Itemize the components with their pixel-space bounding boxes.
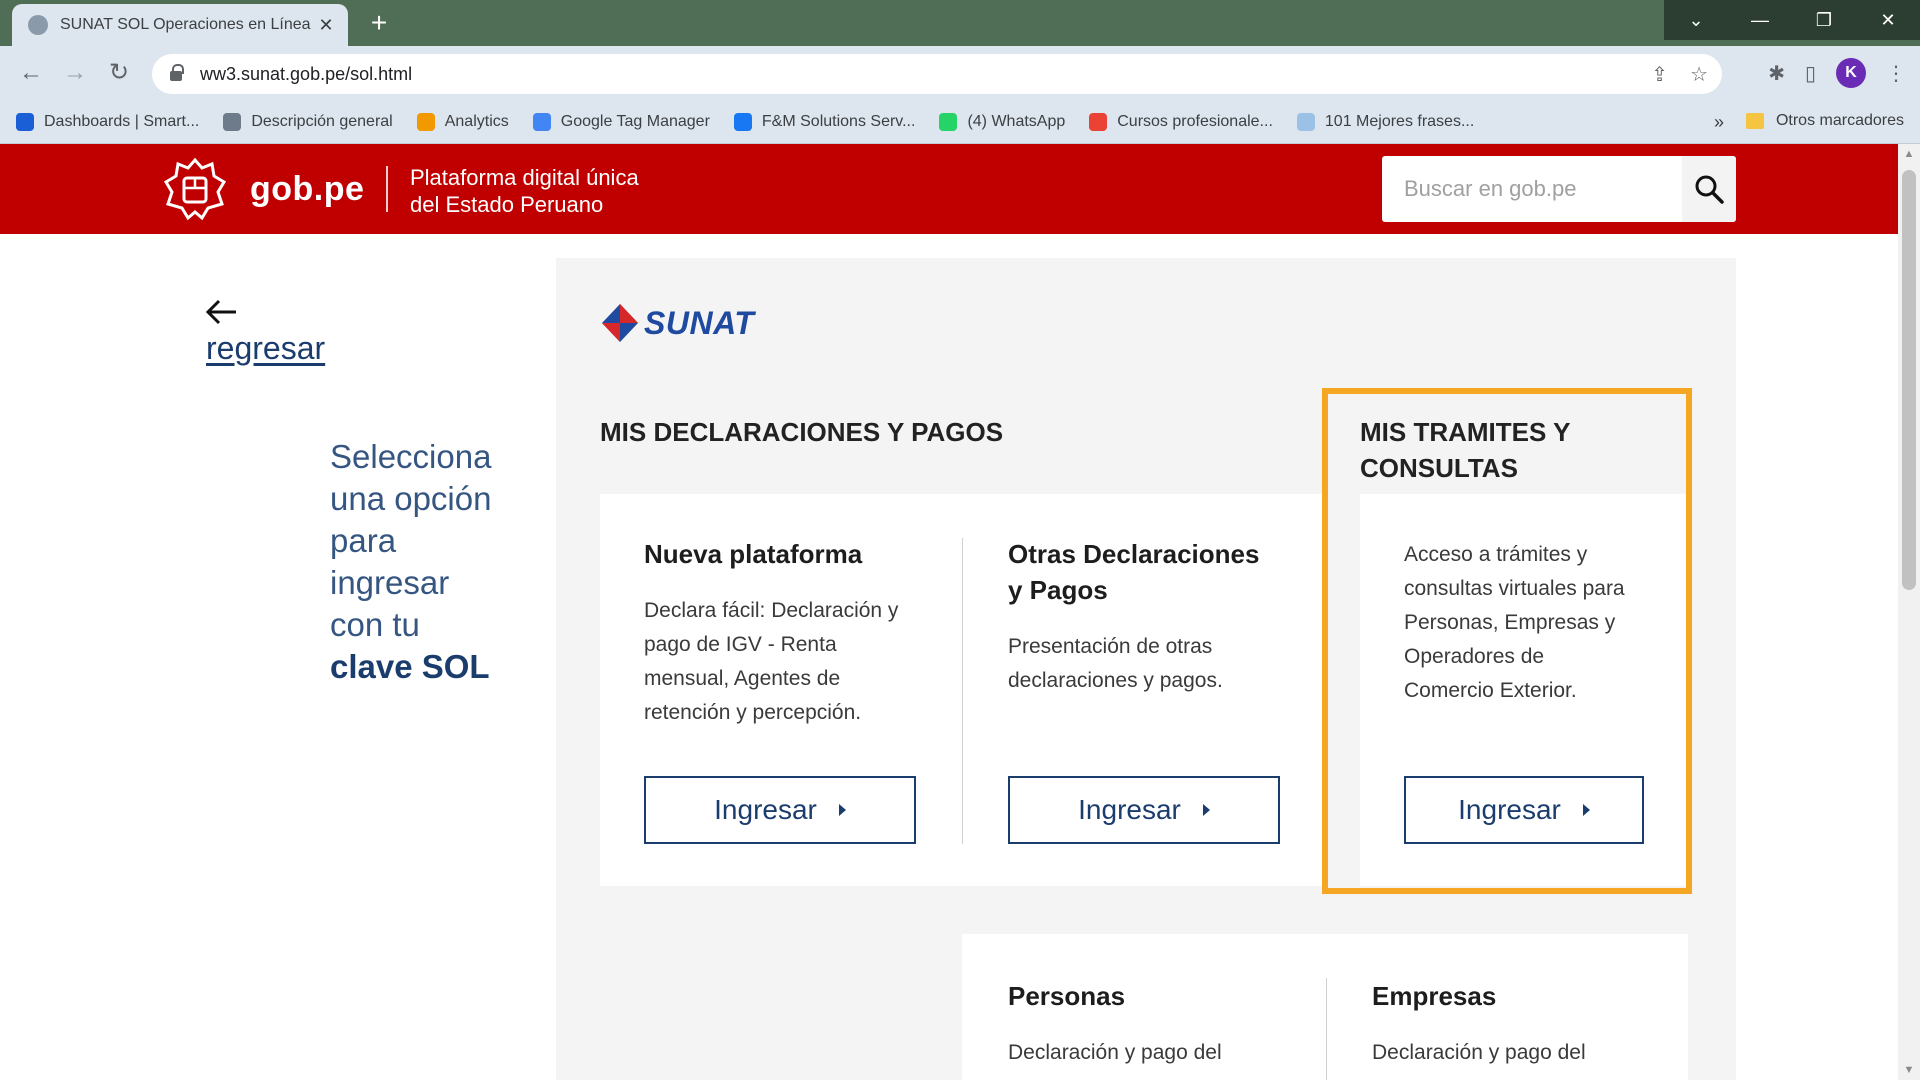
back-link[interactable]: regresar: [206, 330, 325, 367]
ingresar-button-otras-declaraciones[interactable]: Ingresar: [1008, 776, 1280, 844]
gob-tagline: Plataforma digital única del Estado Peru…: [410, 165, 639, 217]
section-title-declaraciones: MIS DECLARACIONES Y PAGOS: [600, 417, 1004, 447]
bookmark-star-icon[interactable]: ☆: [1690, 62, 1708, 87]
new-tab-button[interactable]: +: [364, 8, 394, 38]
search-icon: [1695, 175, 1724, 204]
card-title-personas: Personas: [1008, 981, 1126, 1011]
card-divider: [1326, 978, 1327, 1080]
arrow-left-icon[interactable]: [204, 298, 238, 326]
header-divider: [386, 166, 388, 212]
scroll-down-icon[interactable]: ▼: [1898, 1060, 1920, 1080]
caret-right-icon: [1202, 804, 1210, 816]
scroll-thumb[interactable]: [1902, 170, 1916, 590]
section-title-tramites: MIS TRAMITES Y CONSULTAS: [1360, 417, 1571, 483]
window-controls: ⌄ — ❐ ✕: [1664, 0, 1920, 40]
card-title-otras-declaraciones: Otras Declaraciones y Pagos: [1008, 539, 1260, 605]
bookmark-icon: [939, 112, 958, 131]
bookmark-item[interactable]: Descripción general: [223, 112, 393, 131]
gob-brand-text: gob.pe: [250, 169, 365, 208]
bookmark-item[interactable]: 101 Mejores frases...: [1296, 112, 1474, 131]
side-panel-icon[interactable]: ▯: [1805, 61, 1816, 86]
caret-right-icon: [838, 804, 846, 816]
more-bookmarks-button[interactable]: »: [1714, 112, 1724, 133]
extensions-icon[interactable]: ✱: [1768, 61, 1785, 86]
card-desc-personas: Declaración y pago del: [1008, 1041, 1222, 1064]
ingresar-button-tramites[interactable]: Ingresar: [1404, 776, 1644, 844]
tab-title: SUNAT SOL Operaciones en Línea: [60, 16, 311, 33]
card-desc-nueva-plataforma: Declara fácil: Declaración y pago de IGV…: [644, 599, 899, 724]
card-divider: [962, 538, 963, 844]
page-scrollbar[interactable]: ▲ ▼: [1898, 144, 1920, 1080]
card-desc-tramites: Acceso a trámites y consultas virtuales …: [1404, 543, 1625, 702]
sunat-logo-icon: [602, 304, 638, 342]
select-option-text: Selecciona una opción para ingresar con …: [330, 436, 530, 688]
search-button[interactable]: [1682, 156, 1736, 222]
other-bookmarks-folder[interactable]: Otros marcadores: [1745, 112, 1904, 130]
sunat-logo: SUNAT: [600, 302, 754, 344]
gob-header: gob.pe Plataforma digital única del Esta…: [0, 144, 1898, 234]
back-icon[interactable]: ←: [16, 58, 46, 88]
reload-icon[interactable]: ↻: [104, 58, 134, 88]
clave-sol-text: clave SOL: [330, 648, 490, 685]
gob-search-box: [1382, 156, 1736, 222]
profile-avatar[interactable]: K: [1836, 58, 1866, 88]
minimize-button[interactable]: —: [1728, 0, 1792, 40]
browser-toolbar: ← → ↻ ww3.sunat.gob.pe/sol.html ⇪ ☆ ✱ ▯ …: [0, 46, 1920, 100]
tab-search-button[interactable]: ⌄: [1664, 0, 1728, 40]
bookmark-item[interactable]: Cursos profesionale...: [1089, 112, 1273, 131]
card-title-nueva-plataforma: Nueva plataforma: [644, 539, 863, 569]
folder-icon: [1745, 113, 1764, 129]
card-title-empresas: Empresas: [1372, 981, 1497, 1011]
bookmark-item[interactable]: Analytics: [416, 112, 509, 131]
bookmark-item[interactable]: F&M Solutions Serv...: [733, 112, 915, 131]
restore-button[interactable]: ❐: [1792, 0, 1856, 40]
peru-coat-of-arms-icon: [163, 157, 227, 221]
bookmark-icon: [733, 112, 752, 131]
scroll-up-icon[interactable]: ▲: [1898, 144, 1920, 164]
caret-right-icon: [1582, 804, 1590, 816]
sunat-logo-text: SUNAT: [644, 304, 755, 341]
bookmark-item[interactable]: (4) WhatsApp: [939, 112, 1065, 131]
forward-icon[interactable]: →: [60, 58, 90, 88]
browser-tabstrip: SUNAT SOL Operaciones en Línea ✕ + ⌄ — ❐…: [0, 0, 1920, 46]
bookmark-icon: [416, 112, 435, 131]
lock-icon: [170, 64, 184, 81]
share-icon[interactable]: ⇪: [1651, 62, 1668, 87]
bookmark-icon: [223, 112, 242, 131]
globe-icon: [28, 15, 48, 35]
menu-icon[interactable]: ⋮: [1886, 61, 1906, 86]
bookmark-icon: [16, 112, 34, 131]
close-tab-icon[interactable]: ✕: [316, 15, 336, 36]
bookmark-icon: [1296, 112, 1315, 131]
close-window-button[interactable]: ✕: [1856, 0, 1920, 40]
card-desc-otras-declaraciones: Presentación de otras declaraciones y pa…: [1008, 635, 1223, 692]
ingresar-button-nueva-plataforma[interactable]: Ingresar: [644, 776, 916, 844]
bookmark-item[interactable]: Google Tag Manager: [532, 112, 710, 131]
gob-logo[interactable]: gob.pe: [162, 156, 364, 222]
bookmarks-bar: Dashboards | Smart... Descripción genera…: [0, 100, 1920, 144]
browser-tab[interactable]: SUNAT SOL Operaciones en Línea ✕: [12, 4, 348, 46]
bookmark-icon: [1089, 112, 1108, 131]
bookmark-item[interactable]: Dashboards | Smart...: [16, 112, 199, 131]
url-text[interactable]: ww3.sunat.gob.pe/sol.html: [200, 64, 412, 85]
card-desc-empresas: Declaración y pago del: [1372, 1041, 1586, 1064]
search-input[interactable]: [1382, 159, 1680, 219]
address-bar[interactable]: ww3.sunat.gob.pe/sol.html ⇪ ☆: [152, 54, 1722, 94]
bookmark-icon: [532, 112, 551, 131]
